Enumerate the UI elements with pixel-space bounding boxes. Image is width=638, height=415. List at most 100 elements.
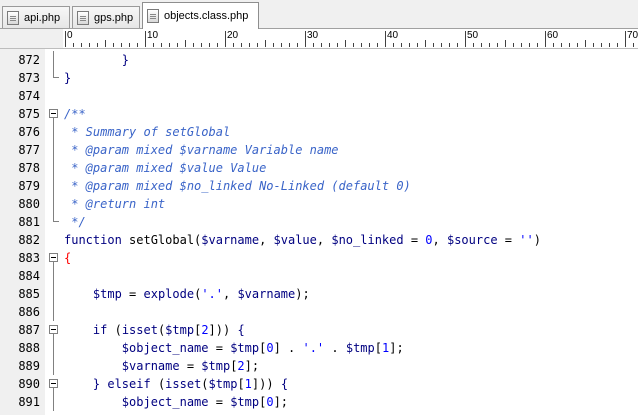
code-token: * Summary of setGlobal bbox=[64, 125, 231, 139]
tab-objects-class-php[interactable]: objects.class.php bbox=[142, 2, 259, 29]
fold-line bbox=[53, 123, 54, 141]
ruler-tick bbox=[97, 43, 98, 47]
ruler-tick bbox=[73, 43, 74, 47]
ruler-tick bbox=[433, 43, 434, 47]
ruler-tick bbox=[121, 43, 122, 47]
code-text[interactable]: * @return int bbox=[64, 195, 165, 213]
code-line: 874 bbox=[0, 87, 638, 105]
fold-collapse-icon[interactable] bbox=[45, 321, 63, 339]
ruler-tick bbox=[225, 31, 226, 47]
code-text[interactable]: $varname = $tmp[2]; bbox=[64, 357, 259, 375]
code-text[interactable]: * @param mixed $value Value bbox=[64, 159, 266, 177]
code-token: ]; bbox=[244, 359, 260, 373]
ruler-tick bbox=[273, 43, 274, 47]
code-text[interactable]: { bbox=[64, 249, 71, 267]
ruler-tick bbox=[345, 40, 346, 47]
fold-end-line bbox=[53, 69, 59, 78]
ruler-label: 50 bbox=[467, 30, 479, 41]
fold-line bbox=[53, 393, 54, 411]
fold-guide bbox=[45, 303, 63, 321]
code-text[interactable]: } bbox=[64, 51, 129, 69]
fold-guide bbox=[45, 285, 63, 303]
code-line: 878 * @param mixed $value Value bbox=[0, 159, 638, 177]
code-text[interactable]: $object_name = $tmp[0] . '.' . $tmp[1]; bbox=[64, 339, 404, 357]
code-text[interactable]: } bbox=[64, 69, 71, 87]
tab-label: gps.php bbox=[94, 11, 134, 24]
fold-empty bbox=[45, 87, 63, 105]
code-text[interactable]: * @param mixed $no_linked No-Linked (def… bbox=[64, 177, 411, 195]
line-number: 880 bbox=[18, 197, 40, 211]
ruler-tick bbox=[241, 43, 242, 47]
ruler-tick bbox=[185, 40, 186, 47]
line-number: 879 bbox=[18, 179, 40, 193]
ruler-tick bbox=[497, 43, 498, 47]
ruler-tick bbox=[153, 43, 154, 47]
code-line: 883 { bbox=[0, 249, 638, 267]
fold-guide bbox=[45, 159, 63, 177]
code-text[interactable]: } elseif (isset($tmp[1])) { bbox=[64, 375, 288, 393]
ruler-tick bbox=[129, 43, 130, 47]
ruler-tick bbox=[65, 31, 66, 47]
code-line: 881 */ bbox=[0, 213, 638, 231]
code-token: , bbox=[316, 233, 332, 247]
code-token: $tmp bbox=[208, 377, 238, 391]
code-text[interactable]: * @param mixed $varname Variable name bbox=[64, 141, 338, 159]
code-token: = bbox=[121, 287, 144, 301]
code-text[interactable]: * Summary of setGlobal bbox=[64, 123, 230, 141]
fold-guide bbox=[45, 267, 63, 285]
ruler-tick bbox=[377, 43, 378, 47]
tab-api-php[interactable]: api.php bbox=[2, 6, 70, 28]
fold-line bbox=[53, 303, 54, 321]
fold-collapse-icon[interactable] bbox=[45, 375, 63, 393]
code-token: * @param mixed $no_linked No-Linked (def… bbox=[64, 179, 411, 193]
php-file-icon bbox=[7, 10, 19, 25]
code-token: } bbox=[64, 71, 72, 85]
code-text[interactable]: $tmp = explode('.', $varname); bbox=[64, 285, 310, 303]
line-number: 878 bbox=[18, 161, 40, 175]
php-file-icon bbox=[147, 9, 159, 23]
fold-collapse-icon[interactable] bbox=[45, 105, 63, 123]
code-token: $object_name bbox=[121, 341, 209, 355]
code-token: $no_linked bbox=[331, 233, 404, 247]
code-token: { bbox=[237, 323, 245, 337]
fold-end-line bbox=[53, 213, 59, 222]
code-text[interactable]: $object_name = $tmp[0]; bbox=[64, 393, 288, 411]
ruler-label: 10 bbox=[147, 30, 159, 41]
ruler-tick bbox=[337, 43, 338, 47]
code-token: { bbox=[64, 251, 72, 265]
code-token: $source bbox=[446, 233, 498, 247]
code-editor[interactable]: 872 } 873} 874 875/** 876 * Summary of setGl… bbox=[0, 49, 638, 415]
code-token: 0 bbox=[425, 233, 433, 247]
code-token: ])) bbox=[251, 377, 281, 391]
fold-collapse-icon[interactable] bbox=[45, 249, 63, 267]
ruler-tick bbox=[209, 43, 210, 47]
code-line: 882 function setGlobal($varname, $value, … bbox=[0, 231, 638, 249]
tab-gps-php[interactable]: gps.php bbox=[72, 6, 140, 28]
code-text[interactable]: /** bbox=[64, 105, 86, 123]
code-token: */ bbox=[64, 215, 86, 229]
ruler-tick bbox=[633, 43, 634, 47]
code-token: $tmp bbox=[92, 287, 122, 301]
line-number: 888 bbox=[18, 341, 40, 355]
code-token: = bbox=[179, 359, 202, 373]
ruler-tick bbox=[529, 43, 530, 47]
code-token: } bbox=[121, 53, 130, 67]
ruler-tick bbox=[113, 43, 114, 47]
ruler-tick bbox=[417, 43, 418, 47]
ruler-tick bbox=[537, 43, 538, 47]
code-text[interactable]: */ bbox=[64, 213, 86, 231]
code-text[interactable]: function setGlobal($varname, $value, $no… bbox=[64, 231, 541, 249]
code-token: $tmp bbox=[201, 359, 231, 373]
code-line: 890 } elseif (isset($tmp[1])) { bbox=[0, 375, 638, 393]
ruler-tick bbox=[505, 40, 506, 47]
line-number: 886 bbox=[18, 305, 40, 319]
ruler-tick bbox=[297, 43, 298, 47]
code-text[interactable]: if (isset($tmp[2])) { bbox=[64, 321, 245, 339]
column-ruler: 0 10 20 30 40 50 60 70 bbox=[0, 29, 638, 49]
php-file-icon bbox=[77, 10, 89, 25]
code-token: = bbox=[403, 233, 426, 247]
ruler-tick bbox=[233, 43, 234, 47]
